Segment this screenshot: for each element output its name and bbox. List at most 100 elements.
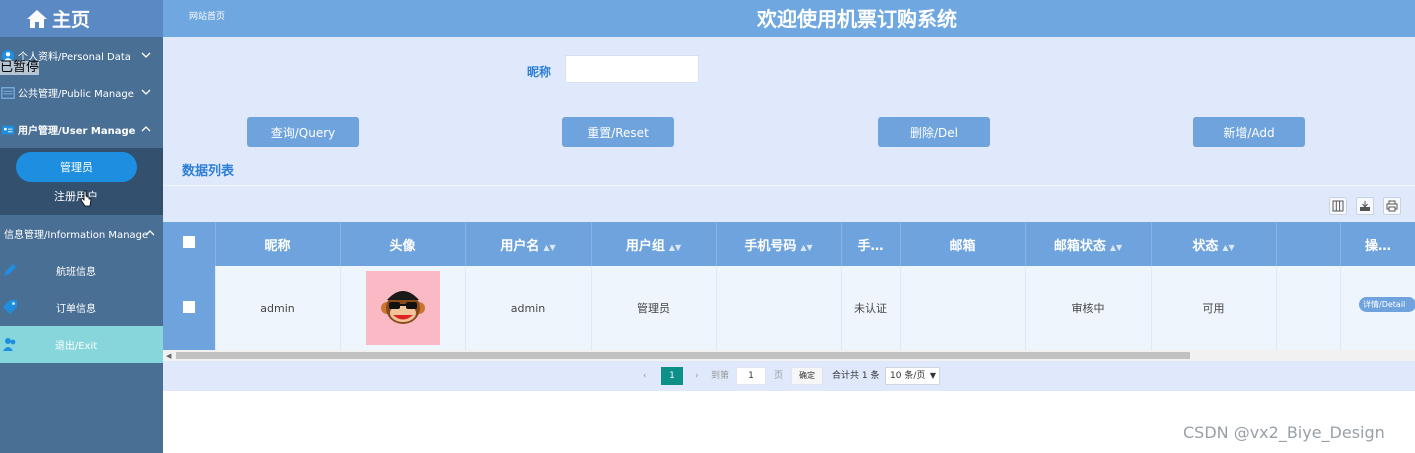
sidebar-item-label: 航班信息 — [56, 267, 96, 278]
home-logo[interactable]: 主页 — [0, 0, 163, 37]
sidebar-item-label: 订单信息 — [56, 304, 96, 315]
print-icon — [1386, 200, 1398, 212]
current-page[interactable]: 1 — [661, 367, 683, 385]
top-header: 网站首页 欢迎使用机票订购系统 — [163, 0, 1415, 37]
ops-column: 操… 详情/Detail — [1340, 222, 1415, 350]
sort-icon[interactable]: ▲▼ — [1110, 243, 1122, 252]
breadcrumb[interactable]: 网站首页 — [189, 9, 225, 22]
menu-group-user-manage[interactable]: 用户管理/User Manage — [0, 111, 163, 148]
col-status[interactable]: 状态 ▲▼ — [1151, 222, 1277, 266]
id-card-icon — [1, 125, 15, 134]
search-label: 昵称 — [527, 65, 552, 79]
total-count: 合计共 1 条 — [832, 371, 880, 381]
col-label: 状态 — [1192, 238, 1219, 254]
nickname-search-input[interactable] — [565, 55, 699, 83]
table-row[interactable]: admin admin 管理员 未认证 审核中 可用 — [163, 266, 1415, 350]
user-manage-submenu: 管理员 注册用户 — [0, 148, 163, 215]
cell-nickname: admin — [215, 266, 341, 350]
page-size-value: 10 条/页 — [890, 371, 926, 381]
columns-icon — [1332, 200, 1344, 212]
sort-icon[interactable]: ▲▼ — [800, 243, 812, 252]
goto-page-input[interactable]: 1 — [736, 367, 766, 385]
sort-icon[interactable]: ▲▼ — [543, 243, 555, 252]
select-all-checkbox[interactable] — [163, 222, 216, 266]
detail-button[interactable]: 详情/Detail — [1359, 297, 1415, 312]
sidebar-item-label: 退出/Exit — [54, 341, 98, 352]
goto-label: 到第 — [711, 371, 730, 381]
menu-group-label: 信息管理/Information Manage — [4, 230, 149, 241]
export-button[interactable] — [1356, 197, 1374, 215]
delete-button[interactable]: 删除/Del — [878, 117, 990, 147]
cell-avatar — [340, 266, 466, 350]
list-title: 数据列表 — [182, 164, 235, 179]
cell-email-status: 审核中 — [1025, 266, 1152, 350]
hand-cursor-icon — [80, 190, 92, 207]
home-icon — [27, 9, 47, 28]
list-icon — [1, 86, 15, 99]
divider — [163, 185, 1415, 186]
sort-icon[interactable]: ▲▼ — [669, 243, 681, 252]
reset-button[interactable]: 重置/Reset — [562, 117, 674, 147]
table-header-row: 昵称 头像 用户名 ▲▼ 用户组 ▲▼ 手机号码 ▲▼ 手… 邮箱 邮箱状态 ▲▼ 状态… — [163, 222, 1415, 266]
checkbox[interactable] — [182, 300, 195, 313]
blank-area — [163, 391, 1415, 453]
scroll-left-icon[interactable]: ◀ — [166, 352, 171, 360]
chevron-down-icon — [141, 89, 151, 95]
cell-group: 管理员 — [591, 266, 717, 350]
cell-hand: 未认证 — [841, 266, 901, 350]
col-ops: 操… — [1340, 222, 1415, 266]
checkbox[interactable] — [182, 236, 195, 248]
col-email-status[interactable]: 邮箱状态 ▲▼ — [1025, 222, 1152, 266]
chevron-down-icon — [141, 52, 151, 58]
next-page-icon[interactable]: › — [695, 366, 699, 386]
sidebar-item-flights[interactable]: 航班信息 — [0, 252, 163, 289]
monkey-avatar-icon — [380, 291, 425, 324]
page-title: 欢迎使用机票订购系统 — [757, 7, 957, 31]
menu-group-label: 用户管理/User Manage — [18, 126, 136, 137]
cell-ops: 详情/Detail — [1340, 266, 1415, 350]
watermark: CSDN @vx2_Biye_Design — [1183, 423, 1385, 442]
col-label: 手机号码 — [744, 238, 797, 254]
add-button[interactable]: 新增/Add — [1193, 117, 1305, 147]
confirm-button[interactable]: 确定 — [791, 367, 823, 385]
horizontal-scrollbar[interactable]: ◀ — [163, 350, 1415, 361]
col-label: 用户名 — [500, 238, 540, 254]
col-phone[interactable]: 手机号码 ▲▼ — [716, 222, 842, 266]
cell-username: admin — [465, 266, 592, 350]
page-unit: 页 — [774, 371, 784, 381]
paused-overlay: 已暂停 — [0, 60, 40, 75]
col-avatar: 头像 — [340, 222, 466, 266]
col-nickname: 昵称 — [215, 222, 341, 266]
sort-icon[interactable]: ▲▼ — [1222, 243, 1234, 252]
col-hand: 手… — [841, 222, 901, 266]
pagination: ‹ 1 › 到第 1 页 确定 合计共 1 条 10 条/页 ▼ — [163, 366, 1415, 390]
sidebar-item-exit[interactable]: 退出/Exit — [0, 326, 163, 363]
col-label: 邮箱状态 — [1053, 238, 1106, 254]
page-size-select[interactable]: 10 条/页 ▼ — [885, 367, 940, 385]
sidebar-item-registered-users[interactable]: 注册用户 — [0, 188, 152, 204]
chevron-up-icon — [145, 230, 155, 236]
data-table: 昵称 头像 用户名 ▲▼ 用户组 ▲▼ 手机号码 ▲▼ 手… 邮箱 邮箱状态 ▲▼ 状态… — [163, 222, 1415, 350]
menu-group-label: 公共管理/Public Manage — [18, 89, 134, 100]
col-user-group[interactable]: 用户组 ▲▼ — [591, 222, 717, 266]
col-username[interactable]: 用户名 ▲▼ — [465, 222, 592, 266]
scroll-thumb[interactable] — [176, 352, 1190, 359]
col-label: 用户组 — [625, 238, 665, 254]
cell-status: 可用 — [1151, 266, 1277, 350]
sidebar: 主页 个人资料/Personal Data 已暂停 公共管理/Public Ma… — [0, 0, 163, 453]
sidebar-item-admin[interactable]: 管理员 — [16, 152, 137, 182]
sidebar-item-orders[interactable]: 订单信息 — [0, 289, 163, 326]
row-checkbox-cell[interactable] — [163, 266, 216, 350]
home-label: 主页 — [52, 9, 91, 31]
columns-button[interactable] — [1329, 197, 1347, 215]
cell-phone — [716, 266, 842, 350]
menu-group-information-manage[interactable]: 信息管理/Information Manage — [0, 215, 163, 252]
chevron-up-icon — [141, 126, 151, 132]
chevron-down-icon: ▼ — [929, 371, 936, 380]
avatar — [365, 271, 440, 345]
prev-page-icon[interactable]: ‹ — [643, 366, 647, 386]
query-button[interactable]: 查询/Query — [247, 117, 359, 147]
menu-group-public-manage[interactable]: 公共管理/Public Manage — [0, 74, 163, 111]
cell-email — [900, 266, 1026, 350]
print-button[interactable] — [1383, 197, 1401, 215]
